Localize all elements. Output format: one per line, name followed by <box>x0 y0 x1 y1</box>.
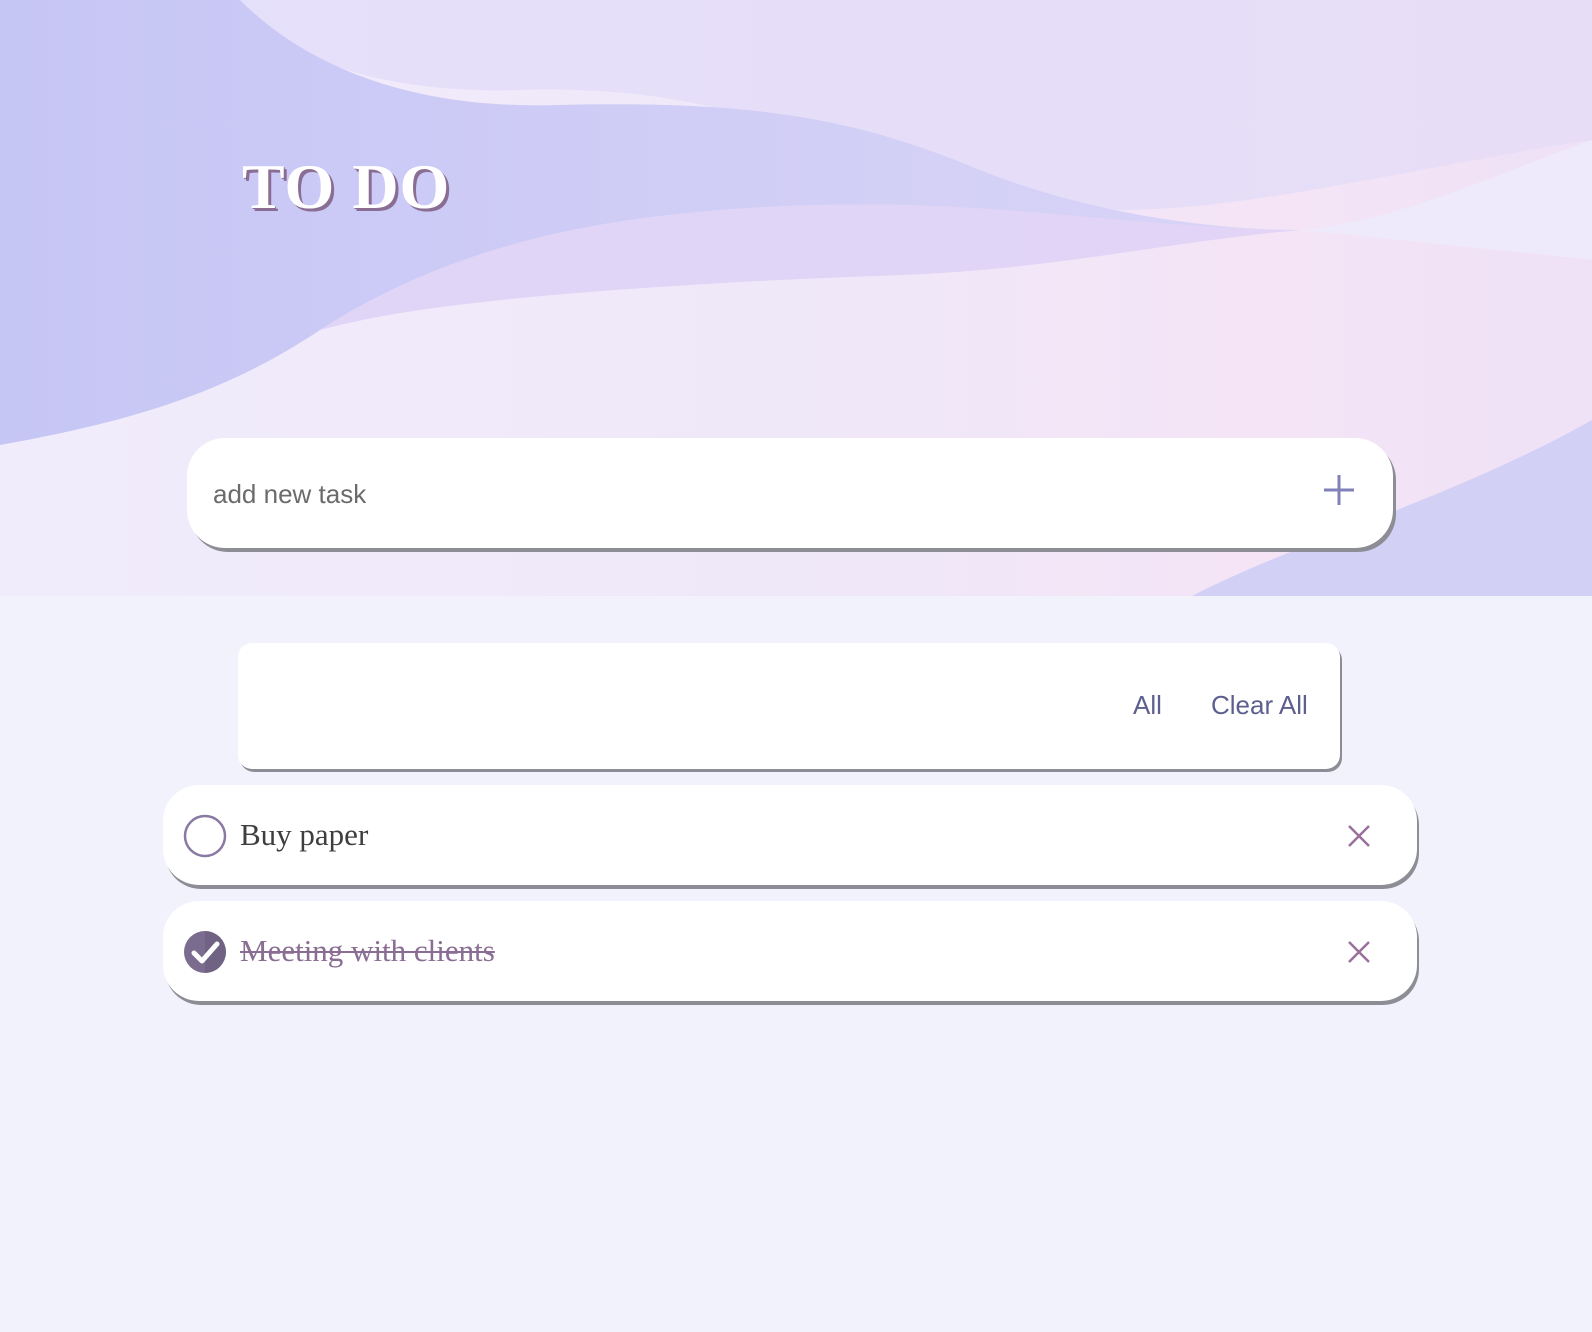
unchecked-circle-icon[interactable] <box>183 814 227 858</box>
task-text: Buy paper <box>240 817 369 852</box>
filter-all-link[interactable]: All <box>1133 690 1162 721</box>
close-icon[interactable] <box>1346 823 1372 849</box>
add-task-bar <box>187 438 1393 548</box>
plus-icon[interactable] <box>1319 470 1359 510</box>
filter-bar: All Clear All <box>238 643 1340 769</box>
task-item: Buy paper <box>163 785 1417 885</box>
task-text: Meeting with clients <box>240 933 495 968</box>
add-task-input[interactable] <box>211 466 1235 522</box>
page-title: TO DO <box>242 151 451 222</box>
clear-all-link[interactable]: Clear All <box>1211 690 1308 721</box>
task-item: Meeting with clients <box>163 901 1417 1001</box>
close-icon[interactable] <box>1346 939 1372 965</box>
checked-circle-icon[interactable] <box>183 930 227 974</box>
